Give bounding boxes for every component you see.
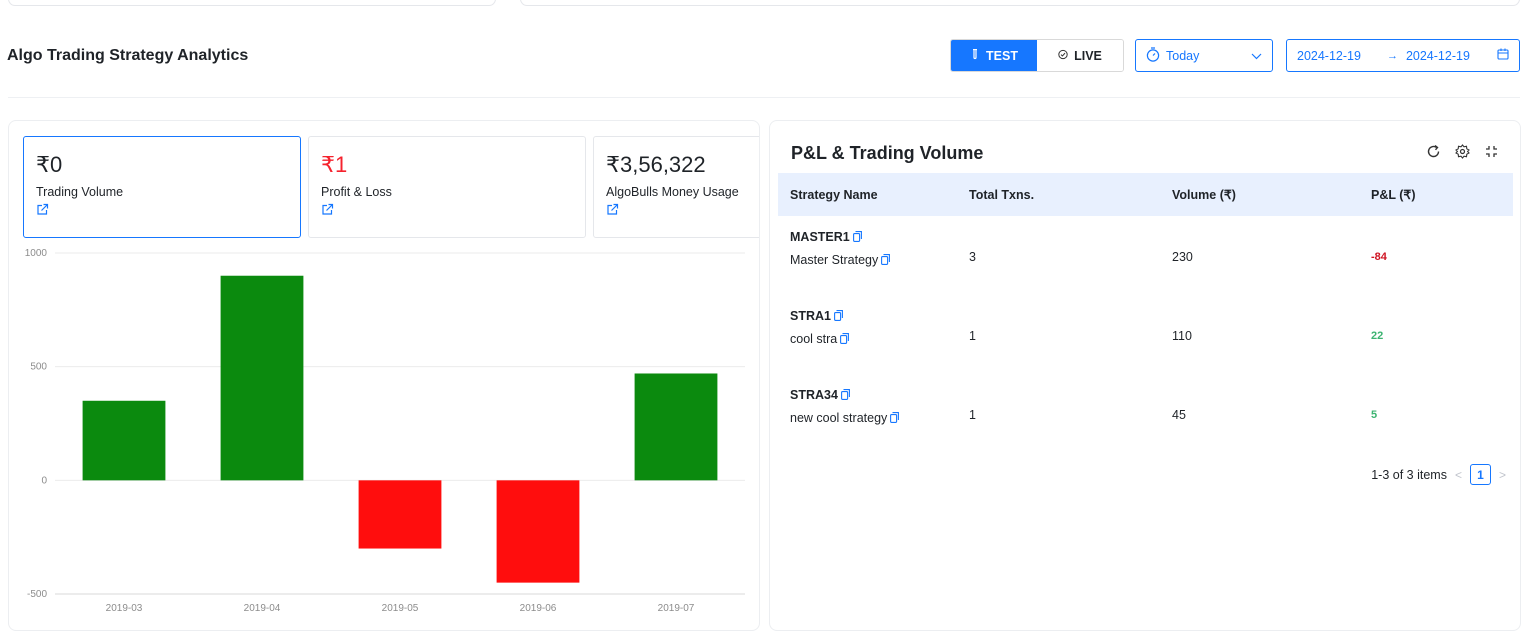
- volume: 45: [1172, 408, 1186, 422]
- live-mode-button[interactable]: LIVE: [1037, 40, 1123, 71]
- volume: 110: [1172, 329, 1192, 343]
- copy-icon[interactable]: [840, 389, 850, 403]
- page-title: Algo Trading Strategy Analytics: [7, 47, 249, 64]
- strategy-name-text: Master Strategy: [790, 253, 879, 267]
- x-tick-label: 2019-07: [658, 603, 695, 614]
- x-tick-label: 2019-04: [244, 603, 281, 614]
- header-divider: [8, 97, 1520, 98]
- copy-icon[interactable]: [890, 412, 900, 426]
- bar: [220, 275, 304, 481]
- metrics-chart-card: ₹0 Trading Volume ₹1 Profit & Loss ₹3,56…: [8, 120, 760, 631]
- x-tick-label: 2019-06: [520, 603, 557, 614]
- total-txns: 1: [969, 408, 976, 422]
- stat-money-usage[interactable]: ₹3,56,322 AlgoBulls Money Usage: [593, 136, 759, 238]
- column-header[interactable]: Volume (₹): [1172, 187, 1236, 202]
- strategy-code: MASTER1: [790, 230, 862, 245]
- strategy-code-text: STRA1: [790, 309, 831, 323]
- stat-profit-loss[interactable]: ₹1 Profit & Loss: [308, 136, 586, 238]
- stat-value: ₹1: [321, 152, 348, 177]
- column-header[interactable]: Strategy Name: [790, 188, 878, 202]
- bar-chart: 1000 500 0 -500 2019-03 2019-04 2019-05 2019-06…: [25, 248, 745, 614]
- external-link-icon[interactable]: [606, 203, 619, 221]
- stat-trading-volume[interactable]: ₹0 Trading Volume: [23, 136, 301, 238]
- external-link-icon[interactable]: [321, 203, 334, 221]
- strategy-code-text: MASTER1: [790, 230, 850, 244]
- settings-icon[interactable]: [1454, 143, 1471, 160]
- strategy-code: STRA1: [790, 309, 843, 324]
- stat-label: Trading Volume: [36, 185, 124, 200]
- start-date-input[interactable]: 2024-12-19: [1297, 49, 1361, 63]
- test-mode-button[interactable]: TEST: [951, 40, 1037, 71]
- end-date-input[interactable]: 2024-12-19: [1406, 49, 1470, 63]
- calendar-icon[interactable]: [1497, 48, 1509, 63]
- strategy-code: STRA34: [790, 388, 850, 403]
- copy-icon[interactable]: [840, 333, 850, 347]
- stat-value: ₹0: [36, 152, 63, 177]
- arrow-right-icon: →: [1386, 49, 1398, 62]
- top-card-right: [520, 0, 1520, 6]
- page-button[interactable]: 1: [1469, 464, 1491, 485]
- analytics-header: Algo Trading Strategy Analytics TEST LIV…: [0, 38, 1533, 74]
- chevron-down-icon: [1251, 49, 1262, 63]
- column-header[interactable]: P&L (₹): [1371, 187, 1416, 202]
- pagination-summary: 1-3 of 3 items: [1371, 467, 1447, 482]
- fullscreen-icon[interactable]: [1483, 143, 1500, 160]
- column-header[interactable]: Total Txns.: [969, 188, 1034, 202]
- y-tick-label: 500: [30, 362, 47, 373]
- stat-label: AlgoBulls Money Usage: [606, 185, 739, 200]
- x-tick-label: 2019-03: [106, 603, 143, 614]
- range-select[interactable]: Today: [1135, 39, 1273, 72]
- pnl-value: -84: [1371, 251, 1387, 263]
- stat-value: ₹3,56,322: [606, 152, 706, 177]
- test-mode-label: TEST: [986, 48, 1018, 63]
- pnl-value: 5: [1371, 409, 1378, 421]
- y-tick-label: 1000: [25, 248, 48, 259]
- live-mode-label: LIVE: [1074, 48, 1102, 63]
- pnl-volume-panel: P&L & Trading Volume Strategy Name Total…: [769, 120, 1521, 631]
- total-txns: 3: [969, 250, 976, 264]
- bar: [82, 400, 166, 481]
- table-row: MASTER1 Master Strategy 3 230 -84: [778, 216, 1513, 295]
- strategy-name: new cool strategy: [790, 411, 900, 426]
- test-tube-icon: [970, 48, 980, 63]
- strategy-name: cool stra: [790, 332, 850, 347]
- copy-icon[interactable]: [852, 231, 862, 245]
- range-select-value: Today: [1166, 48, 1200, 63]
- check-circle-icon: [1058, 49, 1068, 63]
- total-txns: 1: [969, 329, 976, 343]
- reload-icon[interactable]: [1425, 143, 1442, 160]
- panel-actions: [1425, 143, 1500, 160]
- bar: [358, 480, 442, 549]
- top-cards-remnant: [0, 0, 1533, 8]
- bar: [634, 373, 718, 481]
- table-header: Strategy Name Total Txns. Volume (₹) P&L…: [778, 173, 1513, 216]
- prev-page-button[interactable]: <: [1455, 468, 1462, 482]
- table-row: STRA34 new cool strategy 1 45 5: [778, 374, 1513, 453]
- strategy-name: Master Strategy: [790, 253, 891, 268]
- mode-toggle: TEST LIVE: [950, 39, 1124, 72]
- next-page-button[interactable]: >: [1499, 468, 1506, 482]
- copy-icon[interactable]: [881, 254, 891, 268]
- y-tick-label: 0: [41, 475, 47, 486]
- x-tick-label: 2019-05: [382, 603, 419, 614]
- pagination: 1-3 of 3 items < 1 >: [1371, 464, 1506, 485]
- top-card-left: [8, 0, 496, 6]
- date-range-picker: 2024-12-19 → 2024-12-19: [1286, 39, 1520, 72]
- y-tick-label: -500: [27, 589, 47, 600]
- table-row: STRA1 cool stra 1 110 22: [778, 295, 1513, 374]
- strategy-code-text: STRA34: [790, 388, 838, 402]
- stat-label: Profit & Loss: [321, 185, 392, 200]
- pnl-value: 22: [1371, 330, 1384, 342]
- external-link-icon[interactable]: [36, 203, 49, 221]
- copy-icon[interactable]: [834, 310, 843, 324]
- strategy-name-text: new cool strategy: [790, 411, 888, 425]
- strategy-name-text: cool stra: [790, 332, 838, 346]
- volume: 230: [1172, 250, 1193, 264]
- bar: [496, 480, 580, 583]
- panel-title: P&L & Trading Volume: [791, 143, 984, 163]
- stopwatch-icon: [1146, 46, 1160, 65]
